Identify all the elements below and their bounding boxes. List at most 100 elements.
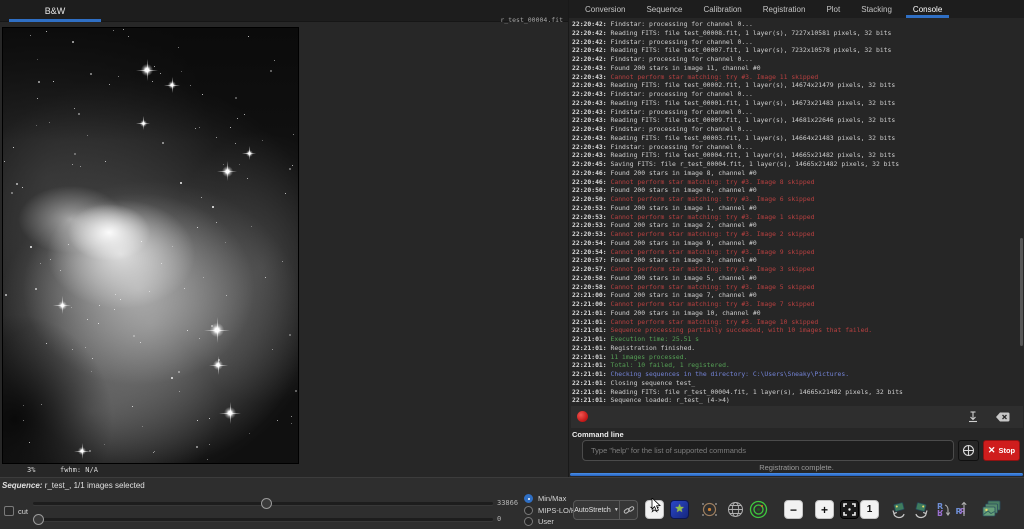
planet-orbit-icon bbox=[700, 500, 719, 519]
display-mode-radio-group: Min/Max MIPS-LO/HI User bbox=[524, 494, 578, 526]
zoom-in-button[interactable]: + bbox=[815, 500, 834, 519]
console-log-line: 22:20:43: Reading FITS: file test_00003.… bbox=[572, 134, 1018, 143]
console-log-line: 22:20:43: Findstar: processing for chann… bbox=[572, 125, 1018, 134]
console-log-line: 22:20:42: Reading FITS: file test_00007.… bbox=[572, 46, 1018, 55]
star-detection-icon: ★ bbox=[675, 504, 685, 515]
radio-user-control[interactable] bbox=[524, 517, 533, 526]
console-log-line: 22:20:43: Findstar: processing for chann… bbox=[572, 108, 1018, 117]
siril-window: B&W r_test_00004.fit 3% fwhm: N/A Conver… bbox=[0, 0, 1024, 529]
export-log-icon[interactable] bbox=[965, 409, 981, 425]
sequence-info: r_test_, 1/1 images selected bbox=[42, 481, 144, 490]
one-to-one-button[interactable]: 1 bbox=[860, 500, 879, 519]
record-dot-icon bbox=[577, 411, 588, 422]
console-log-line: 22:20:43: Findstar: processing for chann… bbox=[572, 143, 1018, 152]
rotate-right-icon bbox=[912, 501, 930, 519]
clear-console-icon[interactable] bbox=[995, 409, 1011, 425]
console-log-line: 22:20:53: Cannot perform star matching: … bbox=[572, 213, 1018, 222]
rotate-right-button[interactable] bbox=[911, 500, 930, 519]
stop-x-icon: ✕ bbox=[988, 446, 996, 455]
photometry-button[interactable] bbox=[700, 500, 719, 519]
console-log-line: 22:20:53: Cannot perform star matching: … bbox=[572, 230, 1018, 239]
command-globe-button[interactable] bbox=[958, 440, 979, 461]
console-log: 22:20:42: Findstar: processing for chann… bbox=[572, 20, 1018, 405]
console-log-line: 22:20:42: Findstar: processing for chann… bbox=[572, 20, 1018, 29]
astrometry-button[interactable] bbox=[726, 500, 745, 519]
stretch-mode-dropdown[interactable]: AutoStretch ▼ bbox=[573, 500, 620, 520]
console-log-line: 22:20:58: Cannot perform star matching: … bbox=[572, 283, 1018, 292]
radio-mips-lo-hi[interactable]: MIPS-LO/HI bbox=[524, 506, 578, 515]
console-log-line: 22:20:54: Found 200 stars in image 9, ch… bbox=[572, 239, 1018, 248]
sequence-status-line: Sequence: r_test_, 1/1 images selected bbox=[2, 481, 145, 490]
tab-plot[interactable]: Plot bbox=[824, 0, 842, 18]
high-cutoff-slider[interactable] bbox=[33, 498, 493, 509]
tab-console[interactable]: Console bbox=[911, 0, 944, 18]
console-log-line: 22:20:43: Found 200 stars in image 11, c… bbox=[572, 64, 1018, 73]
svg-text:R: R bbox=[937, 508, 943, 517]
high-slider-thumb[interactable] bbox=[261, 498, 272, 509]
console-log-line: 22:20:57: Found 200 stars in image 3, ch… bbox=[572, 256, 1018, 265]
radio-mips-lo-hi-control[interactable] bbox=[524, 506, 533, 515]
sequence-frames-button[interactable] bbox=[980, 500, 1004, 519]
zoom-level-value: 3% bbox=[27, 466, 35, 474]
radio-min-max-control[interactable] bbox=[524, 494, 533, 503]
stretch-mode-label: AutoStretch bbox=[574, 507, 611, 514]
console-scrollbar[interactable] bbox=[1020, 238, 1023, 346]
command-line-label: Command line bbox=[572, 430, 624, 439]
command-globe-icon bbox=[962, 444, 975, 457]
one-to-one-icon: 1 bbox=[867, 504, 873, 515]
console-log-line: 22:20:43: Cannot perform star matching: … bbox=[572, 73, 1018, 82]
zoom-out-button[interactable]: − bbox=[784, 500, 803, 519]
tab-stacking[interactable]: Stacking bbox=[859, 0, 894, 18]
console-log-line: 22:21:01: Execution time: 25.51 s bbox=[572, 335, 1018, 344]
console-log-line: 22:20:43: Reading FITS: file test_00001.… bbox=[572, 99, 1018, 108]
low-slider-track[interactable] bbox=[33, 518, 493, 521]
console-actions-row bbox=[571, 406, 1023, 428]
nebula-image[interactable] bbox=[3, 28, 298, 463]
console-log-line: 22:21:01: Found 200 stars in image 10, c… bbox=[572, 309, 1018, 318]
tab-registration[interactable]: Registration bbox=[761, 0, 808, 18]
flip-vertical-button[interactable]: R R bbox=[933, 500, 952, 519]
cut-checkbox-row: cut bbox=[4, 506, 28, 516]
console-log-line: 22:21:01: Registration finished. bbox=[572, 344, 1018, 353]
mouse-cursor bbox=[651, 498, 661, 512]
tab-calibration[interactable]: Calibration bbox=[702, 0, 744, 18]
tab-conversion[interactable]: Conversion bbox=[583, 0, 627, 18]
tab-bw[interactable]: B&W bbox=[9, 0, 101, 22]
star-detection-button[interactable]: ★ bbox=[670, 500, 689, 519]
low-cutoff-slider[interactable] bbox=[33, 514, 493, 525]
cut-checkbox[interactable] bbox=[4, 506, 14, 516]
flip-horizontal-button[interactable]: R R bbox=[954, 500, 973, 519]
console-log-line: 22:20:42: Findstar: processing for chann… bbox=[572, 38, 1018, 47]
console-log-line: 22:20:43: Reading FITS: file test_00004.… bbox=[572, 151, 1018, 160]
console-log-line: 22:20:45: Saving FITS: file r_test_00004… bbox=[572, 160, 1018, 169]
console-log-line: 22:20:43: Reading FITS: file test_00002.… bbox=[572, 81, 1018, 90]
stop-button[interactable]: ✕ Stop bbox=[983, 440, 1020, 461]
console-log-line: 22:21:00: Cannot perform star matching: … bbox=[572, 300, 1018, 309]
console-log-line: 22:20:53: Found 200 stars in image 1, ch… bbox=[572, 204, 1018, 213]
radio-user-label: User bbox=[538, 517, 554, 526]
flip-vertical-icon: R R bbox=[934, 501, 952, 519]
radio-min-max[interactable]: Min/Max bbox=[524, 494, 578, 503]
command-input[interactable] bbox=[582, 440, 954, 461]
fit-to-window-button[interactable] bbox=[840, 500, 859, 519]
tab-sequence[interactable]: Sequence bbox=[644, 0, 684, 18]
rotate-left-icon bbox=[890, 501, 908, 519]
console-log-line: 22:20:43: Findstar: processing for chann… bbox=[572, 90, 1018, 99]
svg-text:R: R bbox=[959, 507, 965, 516]
psf-target-icon bbox=[749, 500, 768, 519]
console-log-line: 22:20:53: Found 200 stars in image 2, ch… bbox=[572, 221, 1018, 230]
console-log-line: 22:21:01: Cannot perform star matching: … bbox=[572, 318, 1018, 327]
image-panel: B&W r_test_00004.fit 3% fwhm: N/A bbox=[0, 0, 568, 477]
console-log-line: 22:20:50: Cannot perform star matching: … bbox=[572, 195, 1018, 204]
link-channels-button[interactable] bbox=[620, 500, 638, 520]
fwhm-value: fwhm: N/A bbox=[60, 466, 98, 474]
console-log-line: 22:20:43: Reading FITS: file test_00009.… bbox=[572, 116, 1018, 125]
low-slider-thumb[interactable] bbox=[33, 514, 44, 525]
console-log-line: 22:20:50: Found 200 stars in image 6, ch… bbox=[572, 186, 1018, 195]
psf-button[interactable] bbox=[749, 500, 768, 519]
console-log-line: 22:20:54: Cannot perform star matching: … bbox=[572, 248, 1018, 257]
console-log-line: 22:21:01: Checking sequences in the dire… bbox=[572, 370, 1018, 379]
layered-images-icon bbox=[981, 500, 1003, 519]
rotate-left-button[interactable] bbox=[889, 500, 908, 519]
radio-user[interactable]: User bbox=[524, 517, 578, 526]
